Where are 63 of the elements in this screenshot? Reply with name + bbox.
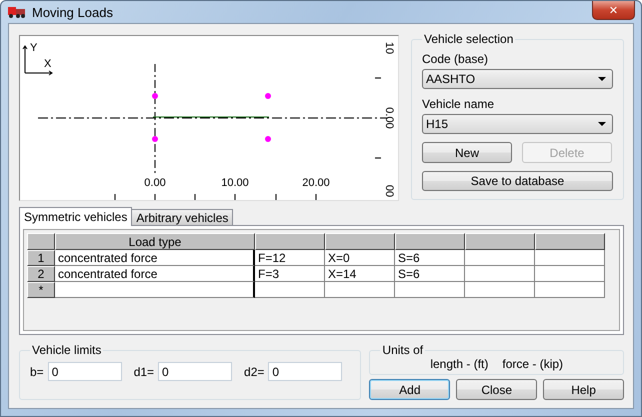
corner-cell bbox=[27, 233, 55, 250]
axis-tick-label: 10.00 bbox=[221, 177, 249, 189]
save-button[interactable]: Save to database bbox=[422, 171, 613, 191]
table-cell: concentrated force bbox=[55, 266, 255, 282]
field-label: d2= bbox=[244, 364, 264, 378]
table-cell bbox=[325, 282, 395, 298]
caret-icon bbox=[598, 77, 606, 81]
table-cell bbox=[535, 266, 605, 282]
dialog-button[interactable]: Add bbox=[369, 379, 450, 400]
group-title: Vehicle limits bbox=[31, 343, 102, 357]
row-header[interactable]: 1 bbox=[27, 250, 55, 266]
unit-text: length - (ft) bbox=[430, 357, 488, 371]
table-cell bbox=[465, 282, 535, 298]
dialog-button[interactable]: Help bbox=[543, 379, 624, 400]
input-field[interactable]: 0 bbox=[268, 362, 342, 381]
field-label: b= bbox=[30, 364, 44, 378]
field-label: Vehicle name bbox=[422, 97, 496, 111]
table-cell bbox=[535, 250, 605, 266]
column-header bbox=[535, 233, 605, 250]
table-cell bbox=[255, 282, 325, 298]
table-cell bbox=[465, 250, 535, 266]
window-title: Moving Loads bbox=[32, 4, 113, 20]
axis-tick-label: 0.00 bbox=[383, 107, 395, 129]
close-button[interactable]: ✕ bbox=[592, 1, 635, 20]
table-cell: S=6 bbox=[395, 250, 465, 266]
tab[interactable]: Arbitrary vehicles bbox=[131, 209, 234, 226]
row-header[interactable]: * bbox=[27, 282, 55, 298]
caret-icon bbox=[598, 122, 606, 126]
row-header[interactable]: 2 bbox=[27, 266, 55, 282]
input-field[interactable]: 0 bbox=[48, 362, 122, 381]
code-dropdown[interactable]: AASHTO bbox=[422, 69, 613, 89]
axis-label: Y bbox=[30, 42, 38, 54]
vehicle-name-dropdown[interactable]: H15 bbox=[422, 114, 613, 134]
axis-tick-label: 10 bbox=[383, 42, 395, 54]
column-header: Load type bbox=[55, 233, 255, 250]
axis-tick-label: 20.00 bbox=[302, 177, 330, 189]
group-title: Vehicle selection bbox=[423, 32, 514, 46]
axis-label: X bbox=[44, 58, 52, 70]
axes-icon bbox=[22, 45, 53, 76]
table-cell: F=3 bbox=[255, 266, 325, 282]
tab[interactable]: Symmetric vehicles bbox=[19, 207, 132, 226]
table-cell: F=12 bbox=[255, 250, 325, 266]
table-cell bbox=[465, 266, 535, 282]
truck-icon bbox=[8, 5, 26, 19]
column-header bbox=[325, 233, 395, 250]
table-cell: concentrated force bbox=[55, 250, 255, 266]
table-cell: X=14 bbox=[325, 266, 395, 282]
field-label: Code (base) bbox=[422, 52, 490, 66]
table-cell: X=0 bbox=[325, 250, 395, 266]
axis-tick-label: 0.00 bbox=[144, 177, 166, 189]
column-header bbox=[255, 233, 325, 250]
group-title: Units of bbox=[381, 343, 424, 357]
dialog-button[interactable]: Close bbox=[456, 379, 538, 400]
column-header bbox=[465, 233, 535, 250]
axis-tick-label: 00 bbox=[383, 184, 395, 198]
input-field[interactable]: 0 bbox=[158, 362, 232, 381]
column-header bbox=[395, 233, 465, 250]
action-button[interactable]: New bbox=[422, 142, 512, 163]
table-cell bbox=[535, 282, 605, 298]
table-cell bbox=[395, 282, 465, 298]
field-label: d1= bbox=[134, 364, 154, 378]
table-cell: S=6 bbox=[395, 266, 465, 282]
unit-text: force - (kip) bbox=[502, 357, 564, 371]
